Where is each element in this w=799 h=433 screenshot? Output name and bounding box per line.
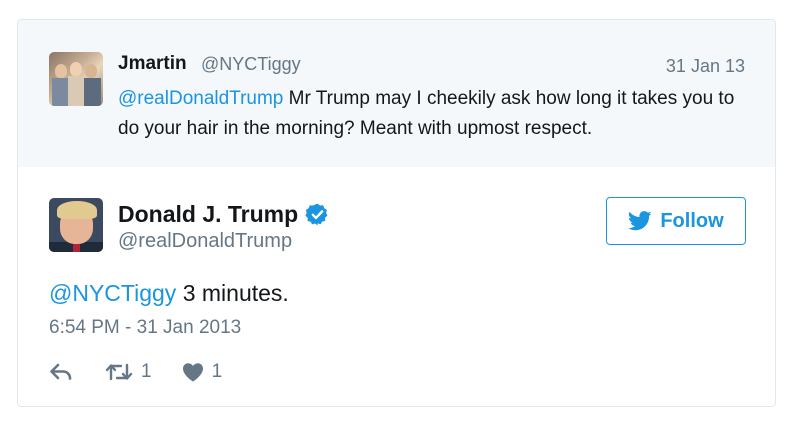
reply-date[interactable]: 31 Jan 13	[666, 56, 745, 77]
like-button[interactable]: 1	[182, 361, 223, 383]
reply-author-handle[interactable]: @NYCTiggy	[201, 54, 301, 75]
reply-author-avatar[interactable]	[49, 52, 103, 106]
reply-mention-link[interactable]: @realDonaldTrump	[118, 88, 283, 109]
reply-text: @realDonaldTrump Mr Trump may I cheekily…	[118, 84, 758, 144]
author-name-row: Donald J. Trump	[118, 201, 330, 228]
reply-button[interactable]	[49, 362, 75, 382]
tweet-mention-link[interactable]: @NYCTiggy	[49, 280, 176, 306]
author-name[interactable]: Donald J. Trump	[118, 201, 298, 228]
reply-author-name[interactable]: Jmartin	[118, 53, 187, 75]
heart-icon	[182, 363, 203, 382]
follow-label: Follow	[660, 209, 724, 232]
tweet-timestamp[interactable]: 6:54 PM - 31 Jan 2013	[49, 317, 241, 339]
twitter-bird-icon	[628, 211, 652, 231]
tweet-text: @NYCTiggy 3 minutes.	[49, 280, 289, 307]
author-handle[interactable]: @realDonaldTrump	[118, 230, 292, 253]
retweet-icon	[105, 363, 133, 381]
retweet-count: 1	[141, 361, 152, 382]
reply-icon	[50, 363, 72, 380]
follow-button[interactable]: Follow	[606, 197, 746, 245]
retweet-button[interactable]: 1	[105, 361, 152, 383]
embedded-tweet-card: Jmartin @NYCTiggy 31 Jan 13 @realDonaldT…	[17, 19, 776, 407]
tweet-actions: 1 1	[49, 358, 222, 386]
like-count: 1	[211, 361, 223, 382]
tweet-body: 3 minutes.	[176, 280, 289, 306]
reply-context: Jmartin @NYCTiggy 31 Jan 13 @realDonaldT…	[18, 20, 775, 167]
author-avatar[interactable]	[49, 198, 103, 252]
verified-badge-icon	[305, 203, 328, 226]
